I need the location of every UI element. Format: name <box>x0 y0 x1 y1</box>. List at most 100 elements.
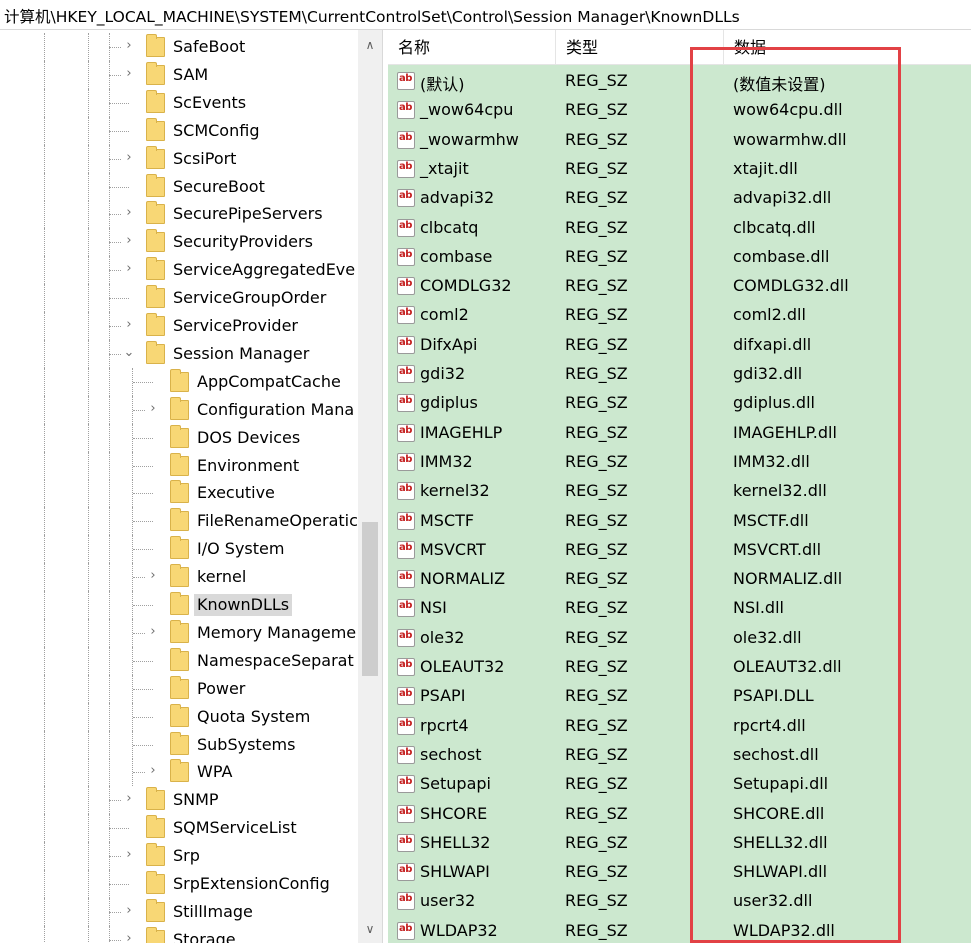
expand-chevron-icon[interactable]: › <box>122 232 136 251</box>
table-row[interactable]: ab user32 REG_SZ user32.dll <box>388 887 971 916</box>
tree-item-label: SecurityProviders <box>173 232 313 252</box>
tree-scrollbar[interactable]: ∧ ∨ <box>358 30 382 943</box>
tree-item[interactable]: FileRenameOperatic <box>0 507 358 536</box>
tree-item[interactable]: ScEvents <box>0 88 358 117</box>
tree-item[interactable]: SCMConfig <box>0 116 358 145</box>
tree-item[interactable]: KnownDLLs <box>0 591 358 619</box>
table-row[interactable]: ab Setupapi REG_SZ Setupapi.dll <box>388 770 971 799</box>
tree-guide-line <box>88 479 89 508</box>
tree-item[interactable]: › ServiceAggregatedEve <box>0 256 358 285</box>
tree-item[interactable]: DOS Devices <box>0 423 358 452</box>
tree-item[interactable]: SecureBoot <box>0 172 358 201</box>
value-name: DifxApi <box>420 334 478 354</box>
value-data: Setupapi.dll <box>733 774 829 794</box>
tree-item[interactable]: Environment <box>0 451 358 480</box>
tree-item[interactable]: › SecurePipeServers <box>0 200 358 229</box>
table-row[interactable]: ab PSAPI REG_SZ PSAPI.DLL <box>388 682 971 711</box>
table-row[interactable]: ab coml2 REG_SZ coml2.dll <box>388 301 971 330</box>
table-row[interactable]: ab advapi32 REG_SZ advapi32.dll <box>388 184 971 213</box>
table-row[interactable]: ab MSCTF REG_SZ MSCTF.dll <box>388 507 971 536</box>
tree-item[interactable]: › SafeBoot <box>0 33 358 61</box>
expand-chevron-icon[interactable]: › <box>122 148 136 167</box>
address-bar[interactable]: 计算机\HKEY_LOCAL_MACHINE\SYSTEM\CurrentCon… <box>0 0 971 30</box>
tree-guide-line <box>44 479 45 508</box>
expand-chevron-icon[interactable]: › <box>122 204 136 223</box>
tree-item[interactable]: › StillImage <box>0 897 358 926</box>
tree-item[interactable]: › ServiceProvider <box>0 312 358 340</box>
expand-chevron-icon[interactable]: › <box>146 622 160 641</box>
table-row[interactable]: ab NSI REG_SZ NSI.dll <box>388 594 971 623</box>
expand-chevron-icon[interactable]: › <box>122 260 136 279</box>
table-row[interactable]: ab COMDLG32 REG_SZ COMDLG32.dll <box>388 272 971 301</box>
tree-item[interactable]: › Configuration Mana <box>0 395 358 424</box>
expand-chevron-icon[interactable]: › <box>122 929 136 943</box>
scrollbar-thumb[interactable] <box>362 522 378 676</box>
table-row[interactable]: ab OLEAUT32 REG_SZ OLEAUT32.dll <box>388 653 971 682</box>
tree-item[interactable]: SubSystems <box>0 730 358 759</box>
expand-chevron-icon[interactable]: › <box>122 316 136 334</box>
string-value-icon: ab <box>397 833 415 852</box>
expand-chevron-icon[interactable]: › <box>146 399 160 418</box>
table-row[interactable]: ab SHELL32 REG_SZ SHELL32.dll <box>388 829 971 858</box>
table-row[interactable]: ab SHCORE REG_SZ SHCORE.dll <box>388 800 971 829</box>
table-row[interactable]: ab gdiplus REG_SZ gdiplus.dll <box>388 389 971 418</box>
string-value-icon: ab <box>397 130 415 149</box>
tree-item[interactable]: ServiceGroupOrder <box>0 284 358 313</box>
tree-item[interactable]: › Srp <box>0 842 358 871</box>
value-data: clbcatq.dll <box>733 217 816 237</box>
tree-item[interactable]: NamespaceSeparat <box>0 646 358 675</box>
table-row[interactable]: ab IMAGEHLP REG_SZ IMAGEHLP.dll <box>388 419 971 448</box>
table-row[interactable]: ab _xtajit REG_SZ xtajit.dll <box>388 155 971 184</box>
tree-item[interactable]: ⌄ Session Manager <box>0 339 358 368</box>
tree-item[interactable]: › SecurityProviders <box>0 228 358 257</box>
column-header-data[interactable]: 数据 <box>724 30 971 65</box>
table-row[interactable]: ab (默认) REG_SZ (数值未设置) <box>388 67 971 96</box>
tree-item[interactable]: › SAM <box>0 60 358 89</box>
table-row[interactable]: ab gdi32 REG_SZ gdi32.dll <box>388 360 971 389</box>
column-header-name[interactable]: 名称 <box>388 30 556 65</box>
expand-chevron-icon[interactable]: › <box>146 567 160 586</box>
expand-chevron-icon[interactable]: › <box>122 846 136 865</box>
scroll-down-arrow-icon[interactable]: ∨ <box>358 918 382 940</box>
table-row[interactable]: ab kernel32 REG_SZ kernel32.dll <box>388 477 971 506</box>
table-row[interactable]: ab rpcrt4 REG_SZ rpcrt4.dll <box>388 712 971 741</box>
table-row[interactable]: ab WLDAP32 REG_SZ WLDAP32.dll <box>388 917 971 943</box>
icon-text: ab <box>399 336 412 348</box>
expand-chevron-icon[interactable]: › <box>122 901 136 920</box>
expand-chevron-icon[interactable]: › <box>122 790 136 809</box>
expand-chevron-icon[interactable]: › <box>122 37 136 55</box>
table-row[interactable]: ab sechost REG_SZ sechost.dll <box>388 741 971 770</box>
column-header-type[interactable]: 类型 <box>556 30 724 65</box>
tree-item[interactable]: › Storage <box>0 925 358 943</box>
collapse-chevron-icon[interactable]: ⌄ <box>122 343 136 362</box>
tree-item[interactable]: Executive <box>0 479 358 508</box>
table-row[interactable]: ab MSVCRT REG_SZ MSVCRT.dll <box>388 536 971 565</box>
table-row[interactable]: ab ole32 REG_SZ ole32.dll <box>388 624 971 653</box>
table-row[interactable]: ab IMM32 REG_SZ IMM32.dll <box>388 448 971 477</box>
tree-guide-line <box>44 758 45 787</box>
registry-tree: › SafeBoot › SAM ScEvents SCMConfig › ScsiPort S… <box>0 30 383 943</box>
tree-item[interactable]: › SNMP <box>0 786 358 815</box>
table-row[interactable]: ab _wow64cpu REG_SZ wow64cpu.dll <box>388 96 971 125</box>
table-row[interactable]: ab clbcatq REG_SZ clbcatq.dll <box>388 214 971 243</box>
table-row[interactable]: ab combase REG_SZ combase.dll <box>388 243 971 272</box>
table-row[interactable]: ab _wowarmhw REG_SZ wowarmhw.dll <box>388 126 971 155</box>
tree-item[interactable]: AppCompatCache <box>0 367 358 396</box>
tree-item[interactable]: › Memory Manageme <box>0 618 358 647</box>
expand-chevron-icon[interactable]: › <box>146 762 160 781</box>
tree-item[interactable]: › kernel <box>0 563 358 592</box>
tree-item[interactable]: Quota System <box>0 702 358 731</box>
table-row[interactable]: ab DifxApi REG_SZ difxapi.dll <box>388 331 971 360</box>
tree-guide-line <box>109 674 110 703</box>
table-row[interactable]: ab NORMALIZ REG_SZ NORMALIZ.dll <box>388 565 971 594</box>
tree-item[interactable]: › ScsiPort <box>0 144 358 173</box>
tree-item[interactable]: I/O System <box>0 535 358 564</box>
tree-item[interactable]: SrpExtensionConfig <box>0 870 358 898</box>
table-row[interactable]: ab SHLWAPI REG_SZ SHLWAPI.dll <box>388 858 971 887</box>
tree-item[interactable]: Power <box>0 674 358 703</box>
tree-item[interactable]: SQMServiceList <box>0 814 358 843</box>
value-data: ole32.dll <box>733 627 802 647</box>
tree-item[interactable]: › WPA <box>0 758 358 787</box>
scroll-up-arrow-icon[interactable]: ∧ <box>358 34 382 56</box>
expand-chevron-icon[interactable]: › <box>122 64 136 83</box>
